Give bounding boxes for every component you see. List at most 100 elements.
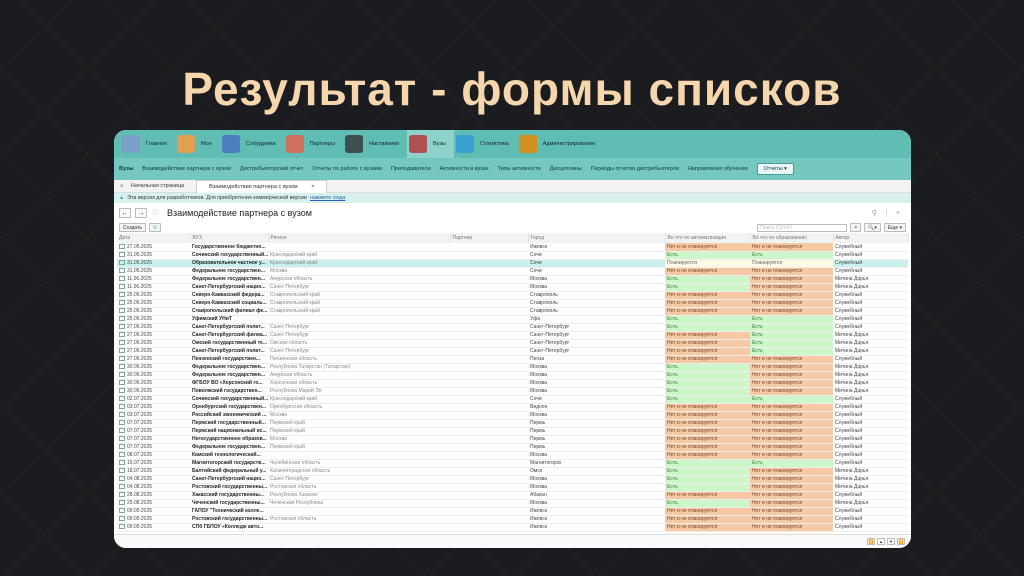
table-row[interactable]: 27.06.2025 Омский государственный те... Ом…: [117, 339, 908, 348]
table-row[interactable]: 28.08.2025 Хакасский государственны... Рес…: [117, 491, 908, 500]
nav-link[interactable]: Активности в вузах: [440, 166, 489, 172]
reports-button[interactable]: Отчеты ▾: [756, 163, 794, 175]
cell-university: Санкт-Петербургский полит...: [190, 323, 268, 332]
search-button[interactable]: 🔍▾: [864, 223, 881, 232]
section-0[interactable]: Главное: [120, 130, 175, 158]
table-row[interactable]: 07.07.2025 Пермский национальный ис... Пер…: [117, 427, 908, 436]
table-row[interactable]: 25.06.2025 Уфимский УНиТ Уфа Есть Есть Служеб…: [117, 315, 908, 324]
table-row[interactable]: 09.09.2025 СПб ГБПОУ «Колледж авто... Ижев…: [117, 523, 908, 532]
cell-text: Ставропольский край: [270, 300, 320, 306]
section-7[interactable]: Администрирование: [517, 130, 603, 158]
tab-home[interactable]: ⌂ Начальная страница: [114, 180, 196, 193]
tab-current-label: Взаимодействие партнера с вузом: [209, 183, 298, 190]
scroll-down-icon[interactable]: ▼: [887, 538, 895, 545]
nav-link[interactable]: Дистрибьюторский отчет: [240, 166, 303, 172]
section-3[interactable]: Партнеры: [284, 130, 344, 158]
table-row[interactable]: 08.07.2025 Камский технологический... Моск…: [117, 451, 908, 460]
column-header[interactable]: Дата: [117, 233, 191, 243]
section-2[interactable]: Сотрудники: [220, 130, 284, 158]
cell-education-status: Нет и не планируется: [750, 387, 833, 396]
column-header[interactable]: Во что по автоматизации: [665, 233, 751, 243]
link-icon[interactable]: ⚲: [872, 210, 883, 217]
table-row[interactable]: 30.06.2025 Федеральное государствен... Аму…: [117, 371, 908, 380]
table-row[interactable]: 30.06.2025 Федеральное государствен... Рес…: [117, 363, 908, 372]
table-row[interactable]: 25.06.2025 Северо-Кавказский социаль... Ст…: [117, 299, 908, 308]
table-row[interactable]: 11.06.2025 Санкт-Петербургский нацио... Са…: [117, 283, 908, 292]
scroll-up-icon[interactable]: ▲: [877, 538, 885, 545]
scroll-bottom-icon[interactable]: ⏬: [897, 538, 905, 545]
table-row[interactable]: 25.06.2025 Ставропольский филиал фе... Ста…: [117, 307, 908, 316]
cell-text: Служебный: [835, 316, 863, 322]
info-link[interactable]: нажмите сюда: [310, 195, 345, 201]
search-clear-button[interactable]: ×: [850, 223, 862, 232]
section-1[interactable]: Мое: [175, 130, 220, 158]
table-row[interactable]: 04.08.2025 Ростовский государственны... Ро…: [117, 483, 908, 492]
column-header[interactable]: ВУЗ: [190, 233, 269, 243]
section-4[interactable]: Наставники: [343, 130, 407, 158]
column-header[interactable]: Город: [528, 233, 666, 243]
cell-text: Санкт-Петербург: [530, 348, 570, 354]
back-icon[interactable]: ←: [119, 207, 131, 218]
table-row[interactable]: 27.05.2025 Государственное бюджетно... Иже…: [117, 243, 908, 252]
table-row[interactable]: 27.06.2025 Санкт-Петербургский филиа... Са…: [117, 331, 908, 340]
table-row[interactable]: 30.06.2025 Поволжский государствен... Респ…: [117, 387, 908, 396]
cell-text: 09.09.2025: [127, 508, 153, 514]
close-form-icon[interactable]: ×: [896, 210, 906, 217]
table-row[interactable]: 07.07.2025 Негосударственное образов... Мо…: [117, 435, 908, 444]
column-header[interactable]: Автор: [833, 233, 909, 243]
table-row[interactable]: 15.07.2025 Магнитогорский государств... Че…: [117, 459, 908, 468]
cell-text: Митина Дарья: [835, 476, 869, 482]
table-row[interactable]: 27.06.2025 Пензенский государствен... Пенз…: [117, 355, 908, 364]
nav-link[interactable]: Периоды отчетов дистрибьютеров: [591, 166, 679, 172]
document-icon: [119, 452, 125, 458]
create-button[interactable]: Создать: [119, 223, 147, 232]
table-row[interactable]: 09.09.2025 Ростовский государственны... Ро…: [117, 515, 908, 524]
table-row[interactable]: 02.07.2025 Сочинский государственный... Кр…: [117, 395, 908, 404]
more-vert-icon[interactable]: ⋮: [883, 210, 896, 217]
table-row[interactable]: 04.08.2025 Санкт-Петербургский нацио... Са…: [117, 475, 908, 484]
section-6[interactable]: Статистика: [454, 130, 517, 158]
nav-link[interactable]: Типы активности: [498, 166, 541, 172]
nav-link[interactable]: Преподаватели: [391, 166, 431, 172]
nav-link[interactable]: Отчеты по работе с вузами: [312, 166, 382, 172]
close-icon[interactable]: ×: [305, 184, 320, 190]
cell-date: 30.06.2025: [117, 379, 190, 388]
cell-text: 09.09.2025: [127, 516, 153, 522]
cell-automation-status: Есть: [665, 315, 750, 324]
table-row[interactable]: 25.06.2025 Северо-Кавказский федера... Ста…: [117, 291, 908, 300]
forward-icon[interactable]: →: [135, 207, 147, 218]
column-header[interactable]: Во что по образованию: [750, 233, 834, 243]
table-row[interactable]: 07.07.2025 Пермский государственный... Пер…: [117, 419, 908, 428]
table-row[interactable]: 31.05.2025 Образовательное частное у... Кр…: [117, 259, 908, 268]
search-input[interactable]: Поиск (Ctrl+F): [757, 223, 848, 232]
table-row[interactable]: 11.06.2025 Федеральное государствен... Аму…: [117, 275, 908, 284]
section-5[interactable]: Вузы: [406, 130, 454, 158]
tab-current[interactable]: Взаимодействие партнера с вузом ×: [196, 179, 328, 193]
table-row[interactable]: 27.06.2025 Санкт-Петербургский полит... Са…: [117, 323, 908, 332]
table-row[interactable]: 09.09.2025 ГАПОУ "Технический колле... Иже…: [117, 507, 908, 516]
cell-education-status: Нет и не планируется: [750, 267, 833, 276]
scroll-top-icon[interactable]: ⏫: [867, 538, 875, 545]
cell-university: Российский экономический ...: [190, 411, 268, 420]
star-icon[interactable]: ☆: [151, 207, 160, 218]
table-row[interactable]: 03.07.2025 Российский экономический ... Мо…: [117, 411, 908, 420]
column-header[interactable]: Регион: [268, 233, 451, 243]
cell-partner: [450, 275, 528, 284]
table-row[interactable]: 31.05.2025 Федеральное государствен... Мос…: [117, 267, 908, 276]
table-row[interactable]: 03.07.2025 Оренбургский государствен... Ор…: [117, 403, 908, 412]
cell-text: Пермь: [530, 428, 546, 434]
more-button[interactable]: Еще ▾: [883, 223, 906, 232]
refresh-icon[interactable]: ↻: [149, 223, 162, 232]
table-row[interactable]: 27.06.2025 Санкт-Петербургский полит... Са…: [117, 347, 908, 356]
column-header[interactable]: Партнер: [450, 233, 529, 243]
nav-link[interactable]: Дисциплины: [550, 166, 582, 172]
nav-link[interactable]: Взаимодействие партнера с вузом: [142, 166, 231, 172]
table-row[interactable]: 29.08.2025 Чеченский государственны... Чеч…: [117, 499, 908, 508]
table-row[interactable]: 30.06.2025 ФГБОУ ВО «Херсонский го... Херс…: [117, 379, 908, 388]
cell-text: Нет и не планируется: [667, 332, 718, 338]
table-row[interactable]: 07.07.2025 Федеральное государствен... Пер…: [117, 443, 908, 452]
table-row[interactable]: 31.05.2025 Сочинский государственный... Кр…: [117, 251, 908, 260]
table-row[interactable]: 18.07.2025 Балтийский федеральный у... Кал…: [117, 467, 908, 476]
cell-text: Нет и не планируется: [667, 436, 718, 442]
nav-link[interactable]: Направления обучения: [688, 166, 748, 172]
